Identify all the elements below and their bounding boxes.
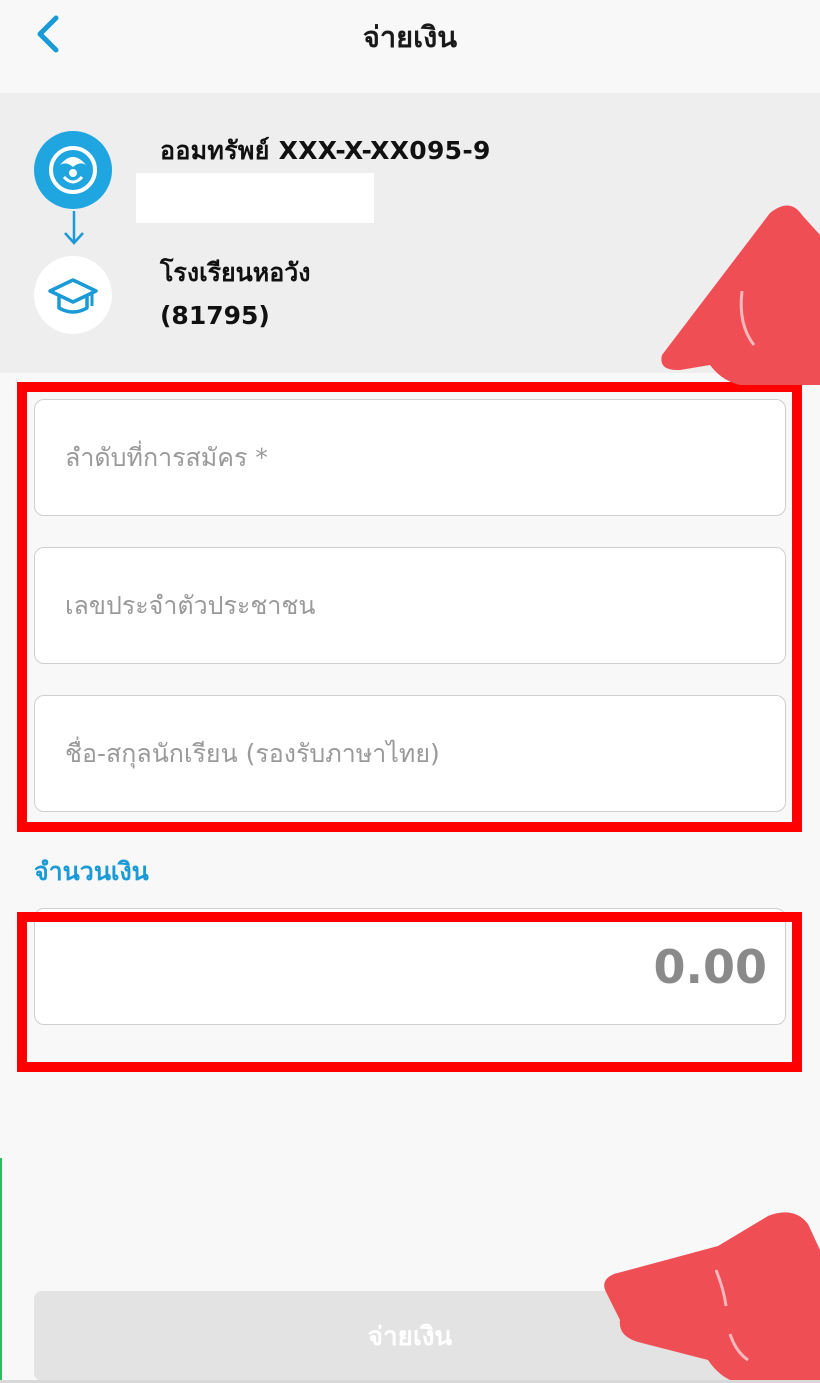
from-account-label: ออมทรัพย์ XXX-X-XX095-9 [160, 136, 491, 165]
amount-input[interactable] [35, 909, 785, 1024]
payee-code: (81795) [160, 301, 270, 330]
bank-logo-icon [34, 131, 112, 209]
graduation-cap-icon [34, 256, 112, 334]
masked-account-name [136, 173, 374, 223]
student-name-field[interactable] [34, 695, 786, 812]
application-number-input[interactable] [35, 400, 785, 515]
pointing-hand-icon [661, 205, 820, 385]
arrow-down-icon [62, 209, 86, 247]
payee-name: โรงเรียนหอวัง [160, 258, 311, 287]
amount-field[interactable] [34, 908, 786, 1025]
amount-label: จำนวนเงิน [34, 857, 149, 886]
citizen-id-field[interactable] [34, 547, 786, 664]
application-number-field[interactable] [34, 399, 786, 516]
student-name-input[interactable] [35, 696, 785, 811]
top-nav-bar: จ่ายเงิน [0, 0, 820, 93]
pointing-hand-icon [604, 1212, 820, 1383]
citizen-id-input[interactable] [35, 548, 785, 663]
page-title: จ่ายเงิน [362, 20, 458, 54]
edge-line [0, 1158, 2, 1383]
